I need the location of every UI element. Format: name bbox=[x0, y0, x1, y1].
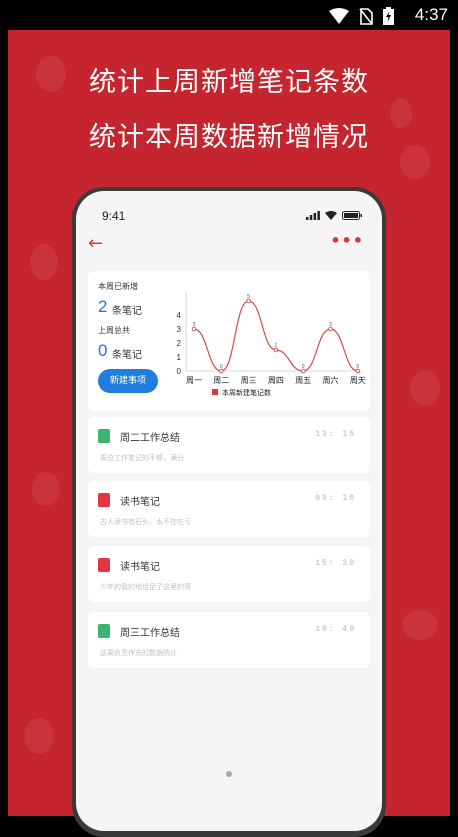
chart-x-tick-label: 周四 bbox=[268, 376, 284, 385]
headline-2: 统计本周数据新增情况 bbox=[89, 122, 369, 153]
headline-1: 统计上周新增笔记条数 bbox=[89, 67, 369, 98]
chart-x-tick-label: 周二 bbox=[213, 376, 229, 385]
this-week-count: 2 bbox=[98, 297, 108, 316]
chart-x-tick-label: 周一 bbox=[186, 376, 202, 385]
chart-y-tick-label: 3 bbox=[177, 325, 182, 334]
status-time: 4:37 bbox=[414, 5, 448, 24]
chart-x-tick-label: 周五 bbox=[295, 376, 311, 385]
new-item-button[interactable]: 新建事项 bbox=[98, 369, 158, 393]
status-bar: 4:37 bbox=[0, 0, 458, 30]
note-title: 读书笔记 bbox=[120, 562, 160, 573]
note-preview: 周总工作笔记的不够，满分 bbox=[100, 454, 184, 462]
this-week-label: 本周已新增 bbox=[98, 282, 138, 291]
green-download-icon bbox=[98, 429, 110, 443]
chart-point-label: 3 bbox=[329, 322, 332, 328]
chart-y-tick-label: 4 bbox=[177, 311, 182, 320]
chart-x-tick-label: 周天 bbox=[350, 376, 366, 385]
note-card[interactable]: 周三工作总结 19: 40 这周负责作充的数据统计 bbox=[88, 612, 370, 668]
green-download-icon bbox=[98, 624, 110, 638]
no-sim-icon bbox=[359, 7, 373, 25]
last-week-label: 上周总共 bbox=[98, 326, 130, 335]
wifi-icon bbox=[329, 8, 349, 24]
battery-icon bbox=[342, 211, 362, 220]
battery-charging-icon bbox=[383, 7, 394, 25]
phone-screen: 9:41 ← ••• 本周已新增 2 条笔记 上周总共 0 条笔记 新建事项 0… bbox=[76, 191, 382, 831]
note-card[interactable]: 读书笔记 15: 30 少年的我的地给足了这里的哥 bbox=[88, 546, 370, 602]
decor-blob bbox=[24, 718, 54, 754]
chart-point-label: 0 bbox=[220, 364, 223, 370]
note-title: 读书笔记 bbox=[120, 497, 160, 508]
chart-x-tick-label: 周三 bbox=[241, 376, 257, 385]
signal-icon bbox=[306, 211, 320, 220]
wifi-icon bbox=[325, 211, 337, 220]
weekly-notes-line-chart: 012343051030周一 周二 周三 周四 周五 周六 周天本周新建笔记数 bbox=[177, 293, 366, 397]
note-preview: 古人读书有石头，水不在吃亏 bbox=[100, 518, 191, 526]
chart-y-tick-label: 1 bbox=[177, 353, 182, 362]
back-arrow-icon[interactable]: ← bbox=[88, 233, 103, 254]
status-icons bbox=[329, 7, 394, 25]
chart-legend-swatch bbox=[212, 389, 218, 395]
note-title: 周二工作总结 bbox=[120, 433, 180, 444]
note-time: 09: 10 bbox=[315, 494, 356, 503]
decor-blob bbox=[30, 244, 58, 280]
page-indicator-dot bbox=[226, 771, 232, 777]
phone-mockup: 9:41 ← ••• 本周已新增 2 条笔记 上周总共 0 条笔记 新建事项 0… bbox=[72, 187, 386, 837]
note-card[interactable]: 周二工作总结 13: 15 周总工作笔记的不够，满分 bbox=[88, 417, 370, 473]
note-time: 19: 40 bbox=[315, 625, 356, 634]
chart-x-tick-label: 周六 bbox=[323, 375, 339, 385]
red-document-icon bbox=[98, 493, 110, 507]
red-document-icon bbox=[98, 558, 110, 572]
last-week-unit: 条笔记 bbox=[112, 350, 142, 361]
note-preview: 这周负责作充的数据统计 bbox=[100, 649, 177, 657]
note-time: 13: 15 bbox=[315, 430, 356, 439]
more-options-icon[interactable]: ••• bbox=[330, 231, 364, 250]
chart-point-label: 1 bbox=[275, 343, 278, 349]
chart-y-tick-label: 2 bbox=[177, 339, 182, 348]
chart-y-tick-label: 0 bbox=[177, 367, 182, 376]
this-week-unit: 条笔记 bbox=[112, 306, 142, 317]
phone-status-icons bbox=[306, 211, 362, 220]
phone-status-time: 9:41 bbox=[102, 209, 126, 223]
stats-card: 本周已新增 2 条笔记 上周总共 0 条笔记 新建事项 012343051030… bbox=[88, 271, 370, 411]
decor-blob bbox=[32, 472, 60, 506]
chart-point-label: 0 bbox=[302, 364, 305, 370]
chart-legend-label: 本周新建笔记数 bbox=[222, 388, 271, 397]
note-preview: 少年的我的地给足了这里的哥 bbox=[100, 583, 191, 591]
note-time: 15: 30 bbox=[315, 559, 356, 568]
chart-point-label: 5 bbox=[247, 294, 250, 300]
note-card[interactable]: 读书笔记 09: 10 古人读书有石头，水不在吃亏 bbox=[88, 481, 370, 537]
chart-point-label: 3 bbox=[193, 322, 196, 328]
chart-point-label: 0 bbox=[356, 364, 359, 370]
last-week-count: 0 bbox=[98, 341, 108, 360]
chart-series-line bbox=[193, 300, 358, 372]
decor-blob bbox=[402, 610, 438, 640]
decor-blob bbox=[410, 370, 440, 406]
note-title: 周三工作总结 bbox=[120, 628, 180, 639]
